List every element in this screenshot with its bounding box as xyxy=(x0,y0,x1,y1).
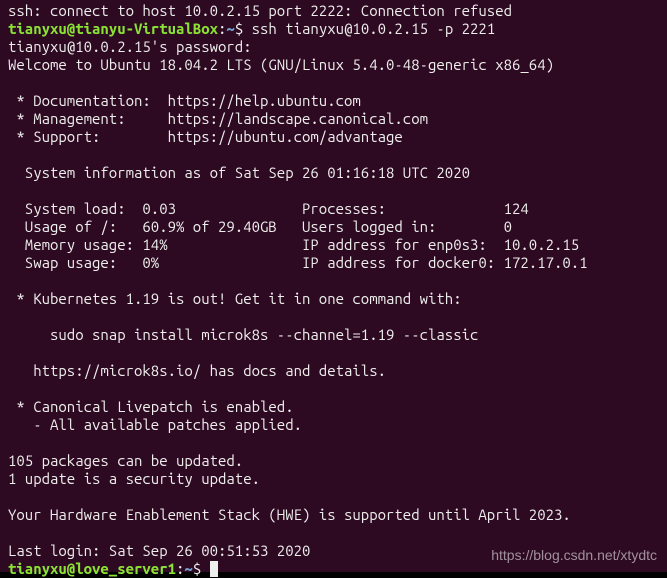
ssh-command: $ ssh tianyxu@10.0.2.15 -p 2221 xyxy=(235,20,495,37)
cursor[interactable] xyxy=(210,561,218,577)
k8s-docs-line: https://microk8s.io/ has docs and detail… xyxy=(8,362,386,379)
prompt-path-2: ~ xyxy=(184,560,192,577)
prompt-dollar-2: $ xyxy=(193,560,210,577)
prompt-user-host-1: tianyxu@tianyu-VirtualBox xyxy=(8,20,218,37)
prompt-user-host-2: tianyxu@love_server1 xyxy=(8,560,176,577)
memory-usage-line: Memory usage: 14% IP address for enp0s3:… xyxy=(8,236,579,253)
disk-usage-line: Usage of /: 60.9% of 29.40GB Users logge… xyxy=(8,218,512,235)
swap-usage-line: Swap usage: 0% IP address for docker0: 1… xyxy=(8,254,588,271)
error-line: ssh: connect to host 10.0.2.15 port 2222… xyxy=(8,2,512,19)
system-load-line: System load: 0.03 Processes: 124 xyxy=(8,200,529,217)
documentation-line: * Documentation: https://help.ubuntu.com xyxy=(8,92,361,109)
updates-line-2: 1 update is a security update. xyxy=(8,470,260,487)
last-login-line: Last login: Sat Sep 26 00:51:53 2020 xyxy=(8,542,310,559)
livepatch-line-2: - All available patches applied. xyxy=(8,416,302,433)
terminal-window[interactable]: ssh: connect to host 10.0.2.15 port 2222… xyxy=(0,0,667,572)
system-info-header: System information as of Sat Sep 26 01:1… xyxy=(8,164,470,181)
k8s-announce-line: * Kubernetes 1.19 is out! Get it in one … xyxy=(8,290,462,307)
watermark: https://blog.csdn.net/xtydtc xyxy=(491,546,657,564)
management-line: * Management: https://landscape.canonica… xyxy=(8,110,428,127)
prompt-path-1: ~ xyxy=(226,20,234,37)
k8s-install-cmd: sudo snap install microk8s --channel=1.1… xyxy=(8,326,478,343)
welcome-line: Welcome to Ubuntu 18.04.2 LTS (GNU/Linux… xyxy=(8,56,554,73)
livepatch-line-1: * Canonical Livepatch is enabled. xyxy=(8,398,294,415)
support-line: * Support: https://ubuntu.com/advantage xyxy=(8,128,403,145)
hwe-line: Your Hardware Enablement Stack (HWE) is … xyxy=(8,506,571,523)
password-prompt: tianyxu@10.0.2.15's password: xyxy=(8,38,260,55)
updates-line-1: 105 packages can be updated. xyxy=(8,452,243,469)
